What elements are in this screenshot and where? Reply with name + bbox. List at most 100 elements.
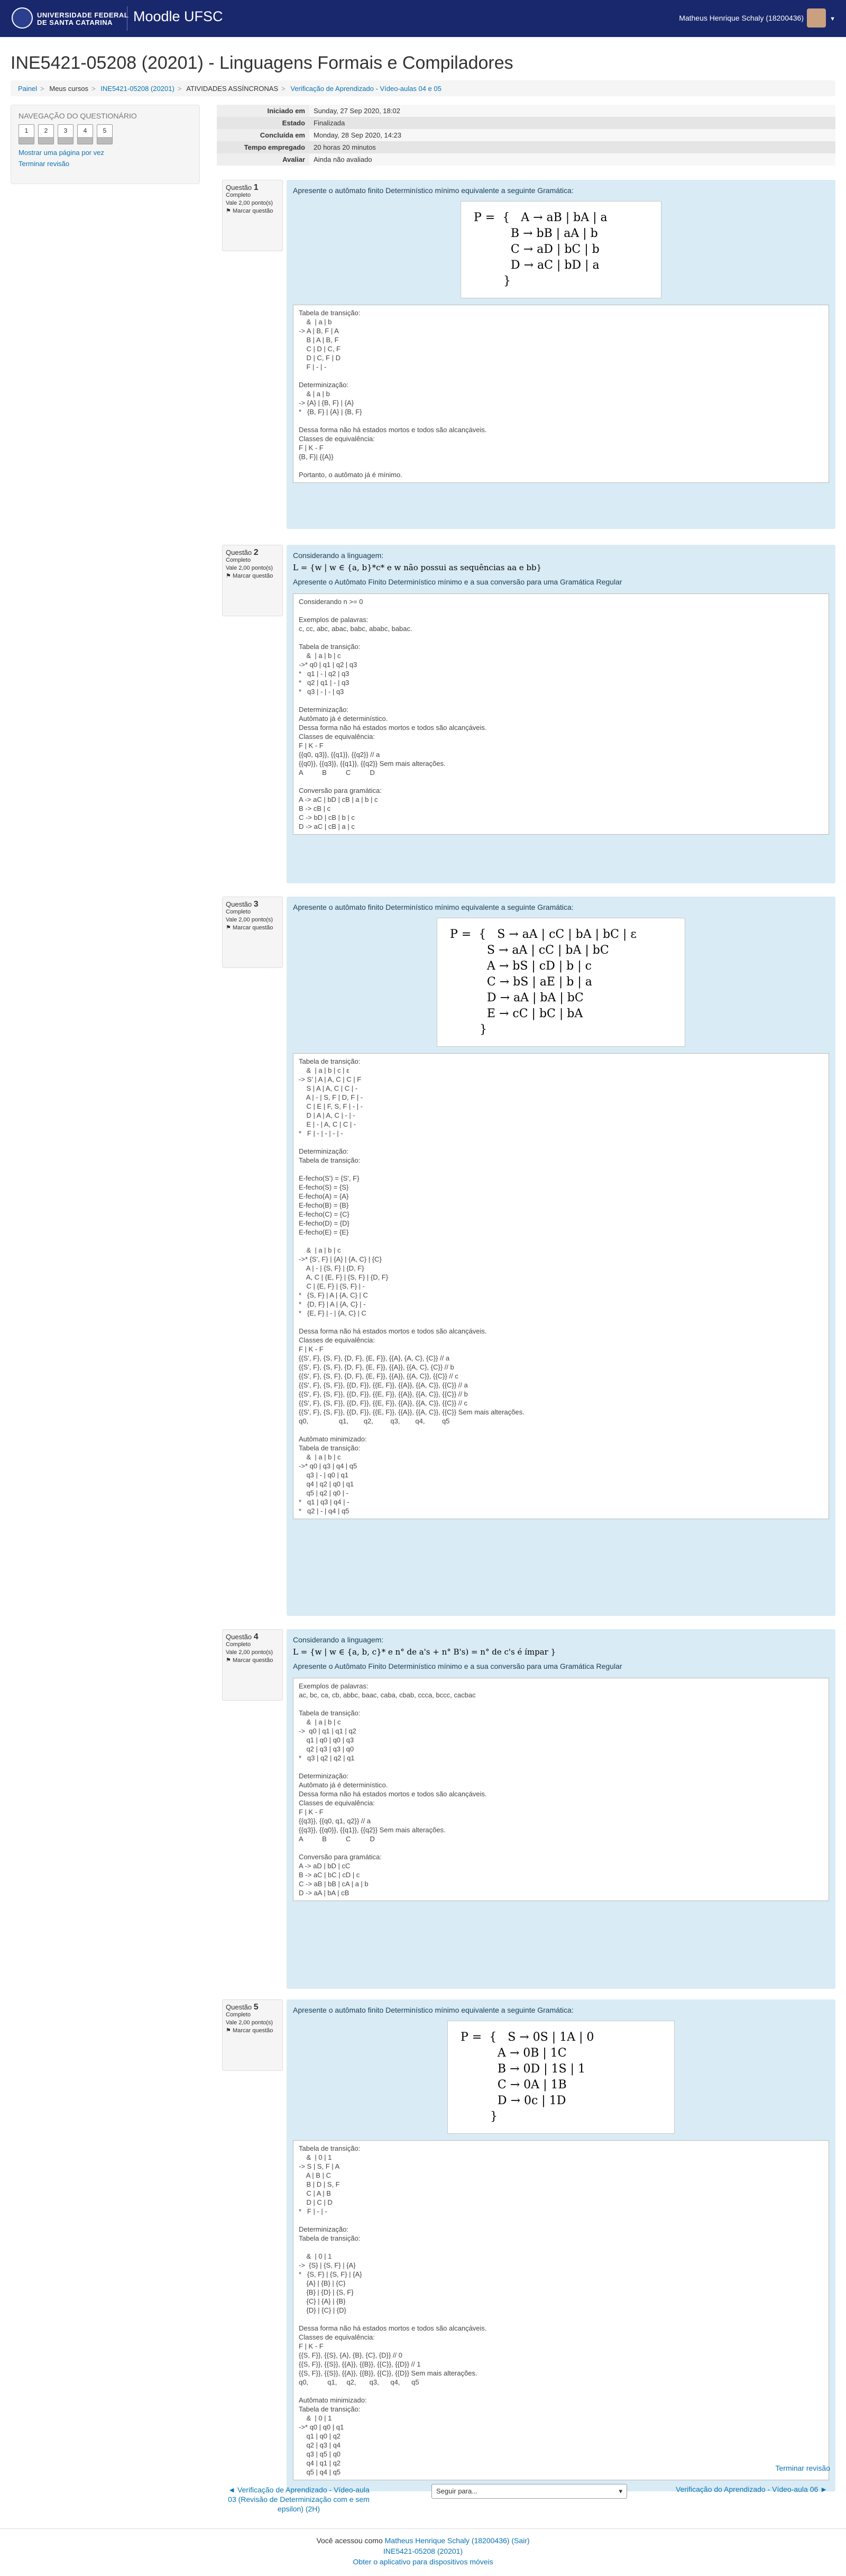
answer-line [299,2216,823,2225]
breadcrumb-painel[interactable]: Painel [18,85,37,93]
answer-line: Classes de equivalência: [299,733,375,741]
answer-line: Dessa forma não há estados mortos e todo… [299,426,487,434]
answer-line: {B} | {D} | {S, F} [299,2288,354,2296]
answer-line: Conversão para gramática: [299,787,382,794]
answer-line: {C} | {A} | {B} [299,2297,346,2305]
flag-question-button[interactable]: ⚑ Marcar questão [226,2027,279,2035]
answer-line: Autômato já é determinístico. [299,715,388,723]
answer-line: C | E | F, S, F | - | - [299,1102,363,1110]
question-content: Apresente o autômato finito Determinísti… [287,897,835,1616]
answer-line: A -> aD | bD | cC [299,1862,351,1870]
answer-line: {{S', F}, {S, F}}, {{D, F}}, {{E, F}}, {… [299,1381,468,1389]
answer-line: Tabela de transição: [299,309,361,317]
user-name[interactable]: Matheus Henrique Schaly (18200436) [679,14,804,22]
show-one-page-link[interactable]: Mostrar uma página por vez [19,149,192,157]
answer-line [299,1318,823,1327]
language-definition: L = {w | w ∈ {a, b, c}* e n° de a's + n°… [293,1647,556,1657]
answer-textarea[interactable]: Tabela de transição: & | a | b -> A | B, … [293,305,829,483]
quiz-nav-button-4[interactable]: 4 [77,124,93,144]
answer-line: Tabela de transição: [299,1057,361,1065]
flag-question-button[interactable]: ⚑ Marcar questão [226,572,279,580]
answer-line: {{q3}}, {{q0, q1, q2}} // a [299,1817,371,1825]
next-activity-link[interactable]: Verificação do Aprendizado - Vídeo-aula … [676,2485,827,2493]
answer-line: F | K - F [299,1808,324,1816]
breadcrumb-course[interactable]: INE5421-05208 (20201) [100,85,174,93]
answer-line: q2 | q3 | q4 [299,2441,341,2449]
answer-line: {{S', F}, {S, F}, {D, F}, {E, F}}, {{A},… [299,1354,450,1362]
formula-row: P = { S → 0S | 1A | 0 [461,2031,594,2044]
answer-line: {{S', F}, {S, F}}, {{D, F}}, {{E, F}}, {… [299,1390,468,1398]
answer-line: ->* q0 | q0 | q1 [299,2423,344,2431]
quiz-nav-button-1[interactable]: 1 [19,124,34,144]
university-name: UNIVERSIDADE FEDERAL DE SANTA CATARINA [37,12,128,26]
formula-row: A → bS | cD | b | c [450,960,592,973]
question-text: Apresente o autômato finito Determinísti… [293,2006,574,2014]
finish-review-link[interactable]: Terminar revisão [19,160,192,168]
answer-line: * q3 | - | - | q3 [299,688,344,696]
answer-line [299,2387,823,2396]
language-definition: L = {w | w ∈ {a, b}*c* e w não possui as… [293,563,542,572]
question-num: 2 [253,548,259,557]
flag-question-button[interactable]: ⚑ Marcar questão [226,207,279,215]
previous-activity-link[interactable]: ◄ Verificação de Aprendizado - Vídeo-aul… [227,2485,370,2514]
answer-line: {{S', F}, {S, F}, {D, F}, {E, F}}, {{A}}… [299,1372,458,1380]
quiz-nav-button-3[interactable]: 3 [58,124,73,144]
breadcrumb-quiz[interactable]: Verificação de Aprendizado - Vídeo-aulas… [290,85,441,93]
answer-line: {{q0}}, {{q3}}, {{q1}}, {{q2}} Sem mais … [299,760,446,768]
answer-textarea[interactable]: Exemplos de palavras: ac, bc, ca, cb, abb… [293,1678,829,1901]
answer-line: Dessa forma não há estados mortos e todo… [299,1790,487,1798]
formula-row: D → 0c | 1D [461,2094,566,2107]
flag-icon: ⚑ [226,573,231,579]
jump-to-select[interactable]: Seguir para... [431,2484,627,2499]
answer-line [299,416,823,425]
quiz-nav-button-5[interactable]: 5 [97,124,113,144]
page-title: INE5421-05208 (20201) - Linguagens Forma… [11,53,513,73]
answer-line: Tabela de transição: [299,2234,361,2242]
answer-line: F | K - F [299,2342,324,2350]
university-logo-icon[interactable] [12,7,33,29]
avatar[interactable] [807,8,826,28]
question-label: Questão [226,549,252,556]
question-text: Apresente o autômato finito Determinísti… [293,903,574,911]
answer-line [299,606,823,615]
chevron-down-icon[interactable]: ▼ [830,16,835,22]
summary-value: Ainda não avaliado [309,153,835,166]
quiz-nav-button-2[interactable]: 2 [38,124,54,144]
answer-line: & | a | b | c [299,1246,341,1254]
answer-line: ->* {S', F} | {A} | {A, C} | {C} [299,1255,382,1263]
answer-line: q0, q1, q2, q3, q4, q5 [299,2378,419,2386]
answer-line: q1 | q0 | q0 | q3 [299,1736,354,1744]
summary-label: Iniciado em [217,105,309,117]
flag-question-button[interactable]: ⚑ Marcar questão [226,1657,279,1665]
question-num: 4 [253,1632,259,1641]
answer-line: & | 0 | 1 [299,2414,332,2422]
grammar-formula: P = { S → 0S | 1A | 0 A → 0B | 1C B → 0D… [447,2021,675,2134]
footer-course-link[interactable]: INE5421-05208 (20201) [0,2546,846,2556]
breadcrumb-section[interactable]: ATIVIDADES ASSÍNCRONAS [186,85,278,93]
question-label: Questão [226,1633,252,1641]
logged-in-info: Você acessou como Matheus Henrique Schal… [0,2535,846,2546]
question-content: Considerando a linguagem: L = {w | w ∈ {a… [287,1629,835,1989]
question-content: Apresente o autômato finito Determinísti… [287,1999,835,2491]
site-brand-link[interactable]: Moodle UFSC [133,8,223,25]
footer-user-link[interactable]: Matheus Henrique Schaly (18200436) [385,2536,510,2545]
mobile-app-link[interactable]: Obter o aplicativo para dispositivos móv… [0,2556,846,2567]
question-number: Questão 5 [226,2003,279,2012]
answer-line: & | a | b | c [299,652,341,660]
flag-question-button[interactable]: ⚑ Marcar questão [226,924,279,932]
answer-line: Tabela de transição: [299,1444,361,1452]
answer-line: C | {E, F} | {S, F} | - [299,1282,365,1290]
answer-line: c, cc, abc, abac, babc, ababc, babac. [299,625,412,633]
answer-textarea[interactable]: Considerando n >= 0 Exemplos de palavras… [293,593,829,835]
breadcrumb-meus-cursos[interactable]: Meus cursos [49,85,88,93]
question-label: Questão [226,184,252,191]
answer-textarea[interactable]: Tabela de transição: & | 0 | 1 -> S | S, … [293,2140,829,2480]
answer-line: D | C | D [299,2198,333,2206]
logout-link[interactable]: (Sair) [511,2536,529,2545]
answer-textarea[interactable]: Tabela de transição: & | a | b | c | ε ->… [293,1053,829,1519]
answer-line: Classes de equivalência: [299,1799,375,1807]
finish-review-bottom-link[interactable]: Terminar revisão [776,2464,830,2472]
answer-line: A B C D [299,1835,375,1843]
answer-line: {{q0, q3}}, {{q1}}, {{q2}} // a [299,751,380,759]
question-info: Questão 5 Completo Vale 2,00 ponto(s) ⚑ Mar… [222,1999,283,2071]
